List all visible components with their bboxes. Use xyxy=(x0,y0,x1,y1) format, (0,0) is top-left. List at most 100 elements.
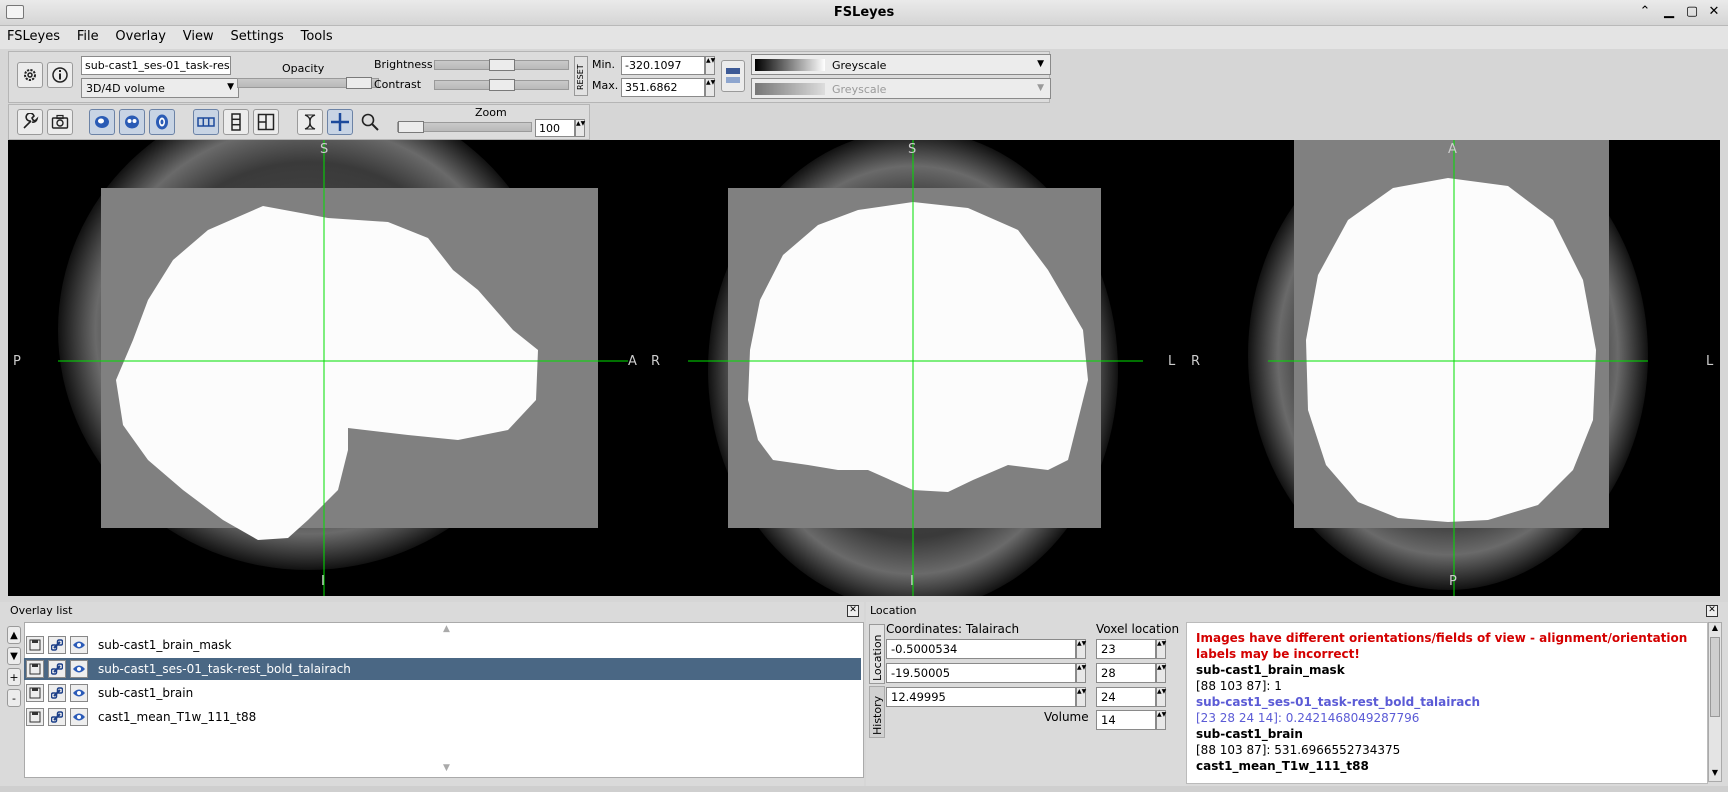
close-icon[interactable]: ✕ xyxy=(1705,3,1723,21)
negative-colour-map-select[interactable]: Greyscale ▼ xyxy=(751,78,1051,99)
max-spinner[interactable]: ▲▼ xyxy=(705,78,715,97)
overlay-type-select[interactable]: 3D/4D volume ▼ xyxy=(81,78,239,98)
scroll-up-icon[interactable]: ▲ xyxy=(443,624,450,634)
info-overlay-value: [23 28 24 14]: 0.2421468049287796 xyxy=(1196,711,1420,725)
voxel-x-field[interactable]: 23 xyxy=(1096,639,1156,659)
scroll-down-icon[interactable]: ▼ xyxy=(1709,768,1721,780)
eye-icon[interactable] xyxy=(70,684,88,702)
coordinate-z-field[interactable]: 12.49995 xyxy=(886,687,1076,707)
maximize-icon[interactable]: ▢ xyxy=(1683,3,1701,21)
movie-mode-button[interactable] xyxy=(297,109,323,135)
screenshot-button[interactable] xyxy=(47,109,73,135)
coordinate-z-spinner[interactable]: ▲▼ xyxy=(1076,687,1086,707)
contrast-slider[interactable] xyxy=(434,79,569,91)
voxel-y-field[interactable]: 28 xyxy=(1096,663,1156,683)
overlay-list-item[interactable]: cast1_mean_T1w_111_t88 xyxy=(24,706,861,728)
menu-file[interactable]: File xyxy=(70,26,105,44)
reset-button[interactable]: RESET xyxy=(574,56,588,96)
overlay-name-field[interactable]: sub-cast1_ses-01_task-rest_l xyxy=(81,56,231,75)
overlay-list-item[interactable]: sub-cast1_ses-01_task-rest_bold_talairac… xyxy=(24,658,861,680)
coordinate-x-field[interactable]: -0.5000534 xyxy=(886,639,1076,659)
status-bar xyxy=(0,786,1728,792)
ortho-viewer[interactable]: S P A I S R L I A R L P xyxy=(8,140,1720,596)
volume-spinner[interactable]: ▲▼ xyxy=(1156,710,1166,730)
add-overlay-button[interactable]: + xyxy=(7,668,21,686)
overlay-settings-button[interactable] xyxy=(17,62,43,88)
toggle-cursor-button[interactable] xyxy=(327,109,353,135)
close-icon[interactable]: ✕ xyxy=(847,605,859,617)
coronal-view[interactable] xyxy=(688,140,1143,596)
brightness-slider[interactable] xyxy=(434,59,569,71)
max-value-field[interactable]: 351.6862 xyxy=(621,78,705,97)
menu-tools[interactable]: Tools xyxy=(294,26,339,44)
voxel-z-field[interactable]: 24 xyxy=(1096,687,1156,707)
volume-field[interactable]: 14 xyxy=(1096,710,1156,730)
eye-icon[interactable] xyxy=(70,660,88,678)
menu-settings[interactable]: Settings xyxy=(223,26,289,44)
overlay-info-button[interactable] xyxy=(47,62,73,88)
voxel-z-spinner[interactable]: ▲▼ xyxy=(1156,687,1166,707)
view-settings-button[interactable] xyxy=(17,109,43,135)
zoom-slider-knob[interactable] xyxy=(398,121,424,133)
min-spinner[interactable]: ▲▼ xyxy=(705,56,715,75)
menu-view[interactable]: View xyxy=(176,26,220,44)
location-title: Location xyxy=(870,604,917,617)
save-overlay-icon[interactable] xyxy=(26,660,44,678)
opacity-slider-knob[interactable] xyxy=(346,77,372,89)
save-overlay-icon[interactable] xyxy=(26,708,44,726)
toggle-sagittal-button[interactable] xyxy=(89,109,115,135)
shade-icon[interactable]: ⌃ xyxy=(1636,3,1654,21)
eye-icon[interactable] xyxy=(70,708,88,726)
brain-mask-axial xyxy=(1306,178,1596,522)
move-down-button[interactable]: ▼ xyxy=(7,647,21,665)
info-overlay-name: cast1_mean_T1w_111_t88 xyxy=(1196,759,1369,773)
menu-overlay[interactable]: Overlay xyxy=(108,26,172,44)
close-icon[interactable]: ✕ xyxy=(1706,605,1718,617)
coordinate-y-spinner[interactable]: ▲▼ xyxy=(1076,663,1086,683)
toggle-coronal-button[interactable] xyxy=(119,109,145,135)
coordinate-y-field[interactable]: -19.50005 xyxy=(886,663,1076,683)
link-overlay-icon[interactable] xyxy=(48,684,66,702)
minimize-icon[interactable]: ▁ xyxy=(1660,3,1678,21)
ortho-canvas[interactable] xyxy=(8,140,1720,596)
overlay-list-item[interactable]: sub-cast1_brain xyxy=(24,682,861,704)
link-range-button[interactable] xyxy=(721,60,745,92)
colour-map-select[interactable]: Greyscale ▼ xyxy=(751,54,1051,75)
link-overlay-icon[interactable] xyxy=(48,660,66,678)
sagittal-view[interactable] xyxy=(58,140,628,596)
scroll-down-icon[interactable]: ▼ xyxy=(443,763,450,773)
contrast-slider-knob[interactable] xyxy=(489,79,515,91)
coronal-label-bottom: I xyxy=(910,574,914,589)
vertical-layout-button[interactable] xyxy=(223,109,249,135)
opacity-slider[interactable] xyxy=(237,77,379,89)
link-overlay-icon[interactable] xyxy=(48,708,66,726)
scroll-up-icon[interactable]: ▲ xyxy=(1709,623,1721,635)
info-scrollbar[interactable]: ▲ ▼ xyxy=(1708,622,1722,782)
zoom-button[interactable] xyxy=(357,109,383,135)
axial-view[interactable] xyxy=(1248,140,1648,596)
overlay-list-controls: ▲ ▼ + - xyxy=(7,622,21,722)
zoom-slider[interactable] xyxy=(397,121,532,133)
move-up-button[interactable]: ▲ xyxy=(7,626,21,644)
overlay-list-item[interactable]: sub-cast1_brain_mask xyxy=(24,634,861,656)
tab-history[interactable]: History xyxy=(869,686,885,738)
toggle-axial-button[interactable] xyxy=(149,109,175,135)
grid-layout-button[interactable] xyxy=(253,109,279,135)
link-overlay-icon[interactable] xyxy=(48,636,66,654)
menu-fsleyes[interactable]: FSLeyes xyxy=(0,26,66,44)
zoom-value-field[interactable]: 100 xyxy=(535,119,575,137)
scrollbar-thumb[interactable] xyxy=(1710,637,1720,717)
horizontal-layout-button[interactable] xyxy=(193,109,219,135)
coordinate-x-spinner[interactable]: ▲▼ xyxy=(1076,639,1086,659)
zoom-spinner[interactable]: ▲▼ xyxy=(575,119,585,137)
save-overlay-icon[interactable] xyxy=(26,684,44,702)
remove-overlay-button[interactable]: - xyxy=(7,689,21,707)
min-value-field[interactable]: -320.1097 xyxy=(621,56,705,75)
eye-icon[interactable] xyxy=(70,636,88,654)
brightness-slider-knob[interactable] xyxy=(489,59,515,71)
chevron-down-icon: ▼ xyxy=(1037,83,1044,93)
save-overlay-icon[interactable] xyxy=(26,636,44,654)
voxel-y-spinner[interactable]: ▲▼ xyxy=(1156,663,1166,683)
voxel-x-spinner[interactable]: ▲▼ xyxy=(1156,639,1166,659)
tab-location[interactable]: Location xyxy=(869,624,885,684)
